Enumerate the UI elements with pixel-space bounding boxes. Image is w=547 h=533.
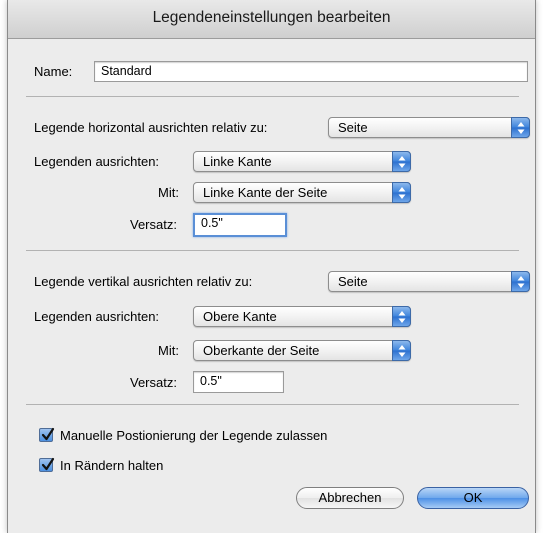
updown-arrows-icon [392,306,411,327]
horizontal-align-value: Linke Kante [203,154,272,169]
vertical-relative-label: Legende vertikal ausrichten relativ zu: [34,274,253,289]
keep-in-margins-label[interactable]: In Rändern halten [60,458,163,473]
horizontal-offset-field[interactable]: 0.5" [193,213,287,237]
name-field[interactable]: Standard [94,61,528,82]
cancel-button[interactable]: Abbrechen [296,487,404,509]
ok-button[interactable]: OK [417,487,529,509]
vertical-with-popup[interactable]: Oberkante der Seite [193,340,411,361]
manual-positioning-label[interactable]: Manuelle Postionierung der Legende zulas… [60,428,327,443]
dialog-title: Legendeneinstellungen bearbeiten [8,0,535,39]
vertical-offset-field[interactable]: 0.5" [193,371,284,393]
horizontal-relative-popup[interactable]: Seite [328,117,530,138]
horizontal-align-label: Legenden ausrichten: [34,154,160,169]
name-label: Name: [34,64,73,79]
horizontal-offset-label: Versatz: [130,217,177,232]
separator [26,404,519,405]
checkmark-icon [41,457,55,471]
updown-arrows-icon [511,271,530,292]
separator [26,96,519,97]
updown-arrows-icon [511,117,530,138]
horizontal-with-label: Mit: [158,185,179,200]
vertical-relative-popup[interactable]: Seite [328,271,530,292]
vertical-align-value: Obere Kante [203,309,277,324]
checkmark-icon [41,427,55,441]
horizontal-relative-label: Legende horizontal ausrichten relativ zu… [34,120,268,135]
vertical-align-label: Legenden ausrichten: [34,309,160,324]
horizontal-relative-value: Seite [338,120,368,135]
updown-arrows-icon [392,182,411,203]
separator [26,250,519,251]
dialog-window: Legendeneinstellungen bearbeiten Name: S… [7,0,536,533]
manual-positioning-checkbox[interactable] [39,427,55,442]
vertical-offset-label: Versatz: [130,375,177,390]
vertical-relative-value: Seite [338,274,368,289]
horizontal-align-popup[interactable]: Linke Kante [193,151,411,172]
updown-arrows-icon [392,151,411,172]
vertical-with-label: Mit: [158,343,179,358]
horizontal-with-popup[interactable]: Linke Kante der Seite [193,182,411,203]
updown-arrows-icon [392,340,411,361]
keep-in-margins-checkbox[interactable] [39,457,55,472]
vertical-align-popup[interactable]: Obere Kante [193,306,411,327]
vertical-with-value: Oberkante der Seite [203,343,320,358]
horizontal-with-value: Linke Kante der Seite [203,185,328,200]
